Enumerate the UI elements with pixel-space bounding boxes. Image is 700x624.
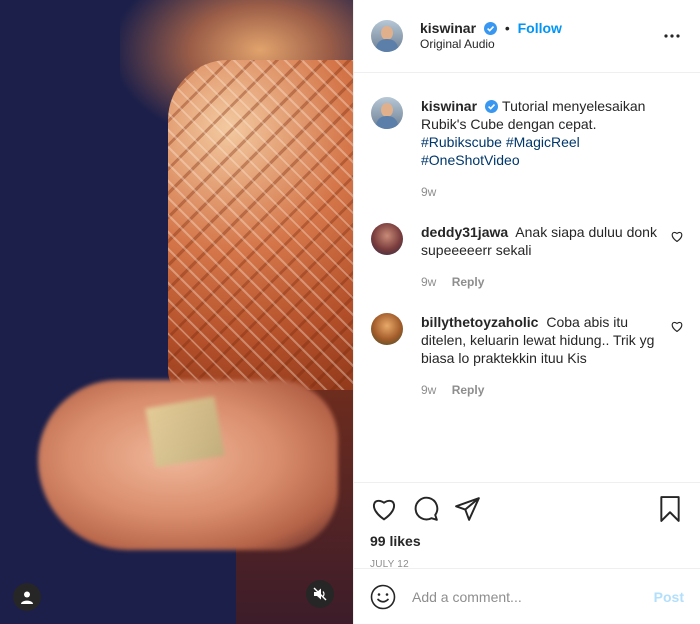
commenter-username[interactable]: billythetoyzaholic <box>421 314 538 330</box>
bookmark-icon <box>660 496 680 522</box>
hashtag-link[interactable]: #OneShotVideo <box>421 152 520 168</box>
video-frame-shirt <box>168 60 353 400</box>
heart-icon <box>671 231 683 242</box>
share-icon <box>455 497 480 521</box>
commenter-username[interactable]: deddy31jawa <box>421 224 508 240</box>
commenter-avatar[interactable] <box>371 313 403 345</box>
comment-like-button[interactable] <box>670 215 684 291</box>
video-frame-rubiks-cube <box>145 396 225 468</box>
user-icon <box>21 591 33 604</box>
post-container: kiswinar • Follow Original Audio kiswina… <box>0 0 700 624</box>
verified-badge-icon <box>485 100 499 113</box>
comment-row: deddy31jawa Anak siapa duluu donk supeee… <box>371 215 684 291</box>
caption-author-avatar[interactable] <box>371 97 403 129</box>
commenter-avatar[interactable] <box>371 223 403 255</box>
add-comment-bar: Post <box>354 568 700 624</box>
audio-label[interactable]: Original Audio <box>420 37 660 53</box>
caption-username[interactable]: kiswinar <box>421 98 477 114</box>
video-player[interactable] <box>0 0 353 624</box>
follow-button[interactable]: Follow <box>518 20 562 36</box>
comment-like-button[interactable] <box>670 305 684 399</box>
post-actions: 99 likes JULY 12 <box>354 482 700 570</box>
comment-input[interactable] <box>412 588 654 605</box>
comment-button[interactable] <box>412 495 440 523</box>
hashtag-link[interactable]: #Rubikscube <box>421 134 502 150</box>
separator-dot: • <box>504 20 510 37</box>
like-button[interactable] <box>370 495 398 523</box>
heart-icon <box>671 321 683 332</box>
save-button[interactable] <box>656 495 684 523</box>
mute-button[interactable] <box>306 580 334 608</box>
like-heart-icon <box>373 499 395 521</box>
likes-count[interactable]: 99 likes <box>370 533 684 549</box>
post-header: kiswinar • Follow Original Audio <box>354 0 700 73</box>
post-side-panel: kiswinar • Follow Original Audio kiswina… <box>353 0 700 624</box>
comment-icon <box>414 496 439 521</box>
more-options-icon <box>664 34 680 38</box>
author-info: kiswinar • Follow Original Audio <box>420 19 660 53</box>
emoji-icon[interactable] <box>370 584 396 610</box>
share-button[interactable] <box>454 495 482 523</box>
comments-list[interactable]: kiswinar Tutorial menyelesaikan Rubik's … <box>354 73 700 482</box>
caption-row: kiswinar Tutorial menyelesaikan Rubik's … <box>371 89 684 201</box>
tagged-user-button[interactable] <box>13 583 41 611</box>
caption-timestamp[interactable]: 9w <box>421 185 436 199</box>
reply-button[interactable]: Reply <box>452 383 485 397</box>
speaker-muted-icon <box>313 587 327 601</box>
author-username[interactable]: kiswinar <box>420 20 476 36</box>
verified-badge-icon <box>483 22 497 36</box>
hashtag-link[interactable]: #MagicReel <box>506 134 580 150</box>
comment-timestamp[interactable]: 9w <box>421 275 436 289</box>
post-comment-button[interactable]: Post <box>654 589 684 605</box>
more-options-button[interactable] <box>660 24 684 48</box>
comment-row: billythetoyzaholic Coba abis itu ditelen… <box>371 305 684 399</box>
comment-timestamp[interactable]: 9w <box>421 383 436 397</box>
reply-button[interactable]: Reply <box>452 275 485 289</box>
author-avatar[interactable] <box>371 20 403 52</box>
